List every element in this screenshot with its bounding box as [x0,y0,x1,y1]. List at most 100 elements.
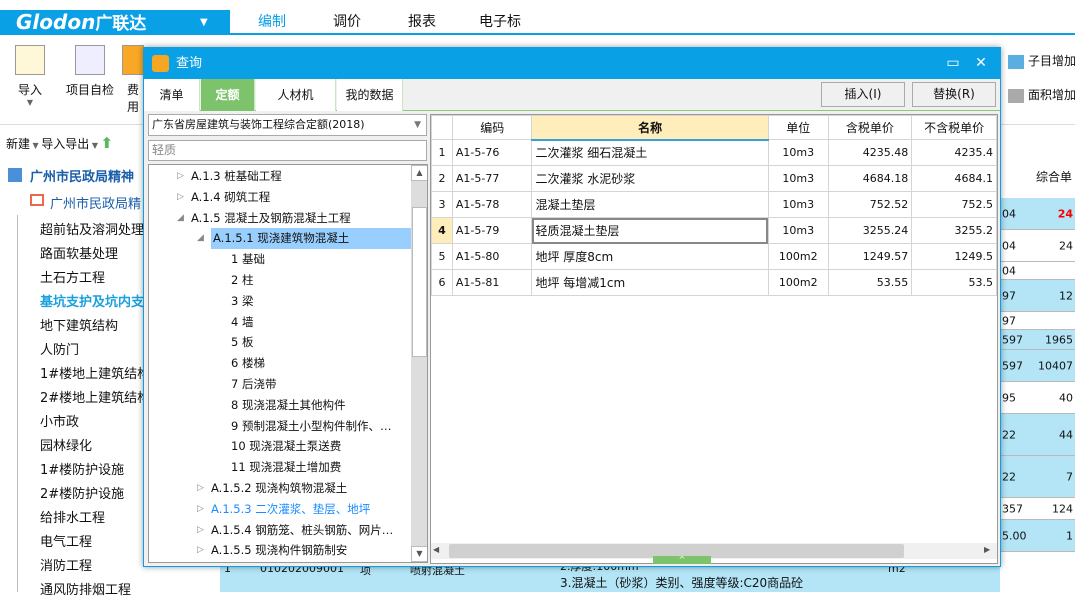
tree-node[interactable]: 5 板 [231,332,253,353]
column-header[interactable] [431,115,453,140]
unit-cell[interactable]: 100m2 [767,243,829,270]
code-cell[interactable]: A1-5-80 [451,243,533,270]
table-row[interactable]: 4 A1-5-79 轻质混凝土垫层 10m3 3255.24 3255.2 [431,217,997,244]
pretax-price-cell[interactable]: 3255.2 [911,217,997,244]
expanded-icon[interactable]: ◢ [177,213,184,223]
table-row[interactable]: 6 A1-5-81 地坪 每增减1cm 100m2 53.55 53.5 [431,269,997,296]
tax-price-cell[interactable]: 53.55 [827,269,913,296]
tree-node[interactable]: 6 楼梯 [231,353,265,374]
tree-item[interactable]: 通风防排烟工程 [40,579,131,598]
unit-cell[interactable]: 10m3 [767,217,829,244]
tax-price-cell[interactable]: 3255.24 [827,217,913,244]
column-header[interactable]: 编码 [451,115,533,140]
unit-cell[interactable]: 100m2 [767,269,829,296]
tree-node[interactable]: 11 现浇混凝土增加费 [231,457,341,478]
tree-node[interactable]: A.1.5.1 现浇建筑物混凝土 [211,228,411,250]
collapsed-icon[interactable]: ▷ [197,483,204,493]
row-number[interactable]: 3 [431,191,453,218]
tree-node[interactable]: 10 现浇混凝土泵送费 [231,436,341,457]
app-logo[interactable]: Glodon广联达 ▼ [0,10,230,35]
scroll-down-icon[interactable]: ▼ [411,546,427,562]
tree-item[interactable]: 电气工程 [40,531,92,550]
code-cell[interactable]: A1-5-78 [451,191,533,218]
tree-item[interactable]: 2#楼地上建筑结构 [40,387,150,406]
row-number[interactable]: 1 [431,139,453,166]
tree-node[interactable]: A.1.5.3 二次灌浆、垫层、地坪 [211,499,370,520]
grid-row[interactable]: 97 12 [998,280,1075,312]
tree-node[interactable]: 1 基础 [231,249,265,270]
tree-scrollbar[interactable]: ▲ ▼ [411,165,427,562]
tree-item[interactable]: 土石方工程 [40,267,105,286]
row-number[interactable]: 2 [431,165,453,192]
tree-node[interactable]: A.1.4 砌筑工程 [191,187,270,208]
maximize-button[interactable]: ▭ [942,53,964,73]
code-cell[interactable]: A1-5-77 [451,165,533,192]
close-button[interactable]: ✕ [970,53,992,73]
scroll-left-icon[interactable]: ◀ [433,545,439,554]
tab-1[interactable]: 定额 [201,79,255,111]
code-cell[interactable]: A1-5-81 [451,269,533,296]
collapsed-icon[interactable]: ▷ [197,504,204,514]
grid-row[interactable]: 97 [998,312,1075,330]
row-number[interactable]: 6 [431,269,453,296]
tree-item[interactable]: 人防门 [40,339,79,358]
tree-node[interactable]: A.1.5.4 钢筋笼、桩头钢筋、网片… [211,520,393,541]
collapsed-icon[interactable]: ▷ [197,525,204,535]
search-input[interactable]: 轻质 [148,140,427,161]
code-cell[interactable]: A1-5-79 [451,217,533,244]
replace-button[interactable]: 替换(R) [912,82,996,107]
tree-node[interactable]: 4 墙 [231,312,253,333]
tree-item[interactable]: 消防工程 [40,555,92,574]
name-cell[interactable]: 二次灌浆 水泥砂浆 [531,165,769,192]
pretax-price-cell[interactable]: 4235.4 [911,139,997,166]
column-header[interactable]: 含税单价 [827,115,913,140]
grid-row[interactable]: 597 10407 [998,350,1075,382]
tree-item[interactable]: 1#楼地上建筑结构 [40,363,150,382]
column-header[interactable]: 名称 [531,115,769,141]
library-select[interactable]: 广东省房屋建筑与装饰工程综合定额(2018) ▼ [148,114,427,136]
row-number[interactable]: 4 [431,217,453,244]
tab-0[interactable]: 清单 [144,79,200,111]
move-up-icon[interactable]: ⬆ [101,134,114,152]
tree-item[interactable]: 2#楼防护设施 [40,483,124,502]
unit-cell[interactable]: 10m3 [767,165,829,192]
collapsed-icon[interactable]: ▷ [177,192,184,202]
project-child[interactable]: 广州市民政局精 [50,193,141,212]
grid-row[interactable]: 04 [998,262,1075,280]
table-row[interactable]: 1 A1-5-76 二次灌浆 细石混凝土 10m3 4235.48 4235.4 [431,139,997,166]
tree-item[interactable]: 基坑支护及坑内支 [40,291,144,310]
scroll-right-icon[interactable]: ▶ [984,545,990,554]
menu-tab-0[interactable]: 编制 [232,10,312,35]
sub-add-button[interactable]: 子目增加 [1008,52,1075,69]
dialog-titlebar[interactable]: 查询 [144,48,1000,79]
new-dropdown[interactable]: 新建 ▼ [6,137,41,151]
tax-price-cell[interactable]: 4684.18 [827,165,913,192]
tree-node[interactable]: 7 后浇带 [231,374,276,395]
tax-price-cell[interactable]: 1249.57 [827,243,913,270]
unit-cell[interactable]: 10m3 [767,139,829,166]
pretax-price-cell[interactable]: 53.5 [911,269,997,296]
insert-button[interactable]: 插入(I) [821,82,905,107]
table-row[interactable]: 2 A1-5-77 二次灌浆 水泥砂浆 10m3 4684.18 4684.1 [431,165,997,192]
grid-row[interactable]: 22 7 [998,456,1075,498]
tree-item[interactable]: 给排水工程 [40,507,105,526]
tree-node[interactable]: A.1.3 桩基础工程 [191,166,282,187]
tree-node[interactable]: 9 预制混凝土小型构件制作、… [231,416,391,437]
collapsed-icon[interactable]: ▷ [197,545,204,555]
tab-3[interactable]: 我的数据 [337,79,403,111]
tree-node[interactable]: 8 现浇混凝土其他构件 [231,395,345,416]
menu-tab-2[interactable]: 报表 [382,10,462,35]
tree-node[interactable]: A.1.5.5 现浇构件钢筋制安 [211,540,347,561]
expanded-icon[interactable]: ◢ [197,233,204,243]
name-cell[interactable]: 地坪 厚度8cm [531,243,769,270]
name-cell[interactable]: 混凝土垫层 [531,191,769,218]
fee-button[interactable]: 费用 [122,45,144,115]
column-header[interactable]: 单位 [767,115,829,140]
tax-price-cell[interactable]: 4235.48 [827,139,913,166]
pretax-price-cell[interactable]: 1249.5 [911,243,997,270]
tree-node[interactable]: 3 梁 [231,291,253,312]
tree-item[interactable]: 小市政 [40,411,79,430]
grid-row[interactable]: 5.00 1 [998,520,1075,552]
import-export-dropdown[interactable]: 导入导出 ▼ [41,137,100,151]
splitter-handle[interactable]: ^ [653,556,711,564]
